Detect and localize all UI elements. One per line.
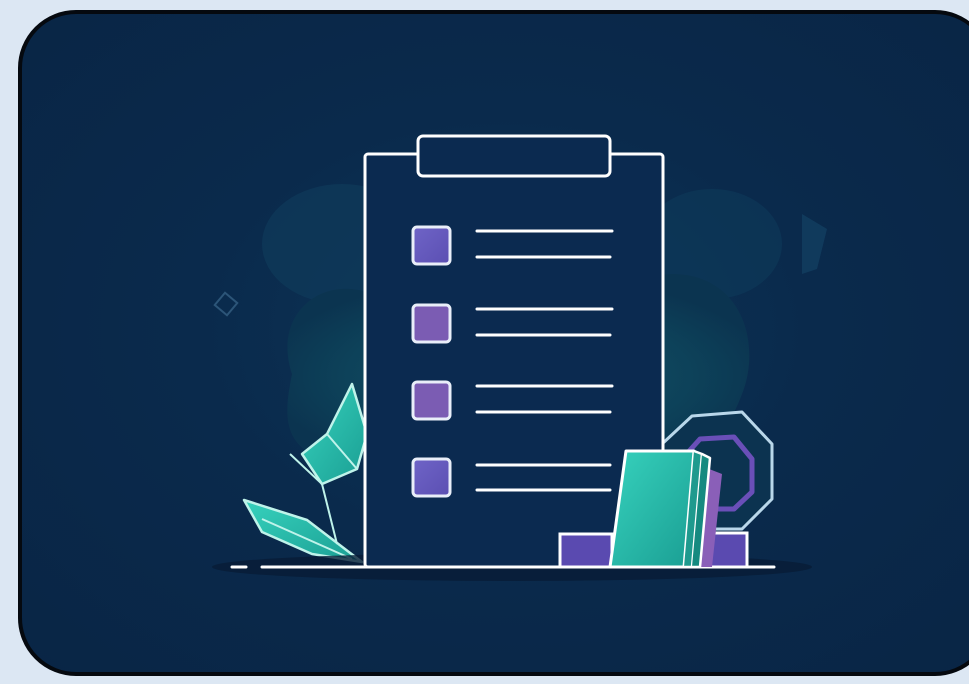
- clipboard-clip: [416, 134, 612, 178]
- checklist-illustration: [212, 134, 827, 581]
- checkbox-icon: [411, 303, 452, 344]
- decorative-diamond-right: [802, 214, 827, 274]
- checkbox-icon: [411, 380, 452, 421]
- illustration-frame: [18, 10, 969, 676]
- checkbox-icon: [411, 225, 452, 266]
- decorative-diamond-left: [213, 291, 239, 317]
- checkbox-icon: [411, 457, 452, 498]
